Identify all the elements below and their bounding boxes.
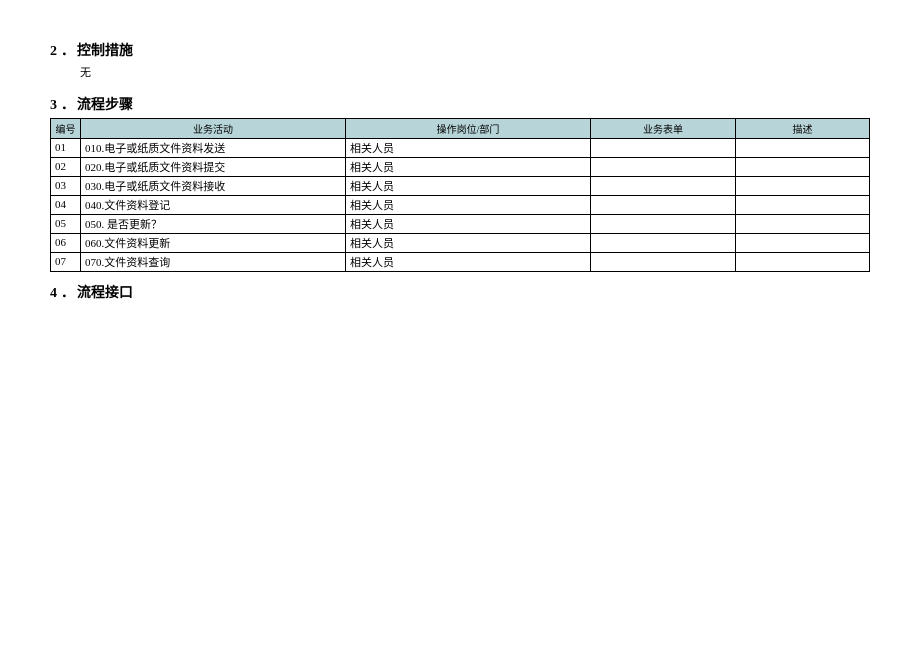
cell-position: 相关人员: [346, 215, 591, 234]
table-row: 04040.文件资料登记相关人员: [51, 196, 870, 215]
cell-position: 相关人员: [346, 196, 591, 215]
cell-id: 02: [51, 158, 81, 177]
table-row: 03030.电子或纸质文件资料接收相关人员: [51, 177, 870, 196]
section-3-heading: 3．流程步骤: [50, 94, 870, 114]
section-2-content: 无: [80, 64, 870, 80]
table-row: 01010.电子或纸质文件资料发送相关人员: [51, 139, 870, 158]
cell-activity: 070.文件资料查询: [81, 253, 346, 272]
cell-desc: [736, 234, 870, 253]
table-row: 02020.电子或纸质文件资料提交相关人员: [51, 158, 870, 177]
table-row: 07070.文件资料查询相关人员: [51, 253, 870, 272]
cell-form: [591, 177, 736, 196]
cell-position: 相关人员: [346, 177, 591, 196]
cell-position: 相关人员: [346, 234, 591, 253]
cell-desc: [736, 253, 870, 272]
cell-position: 相关人员: [346, 253, 591, 272]
cell-activity: 010.电子或纸质文件资料发送: [81, 139, 346, 158]
cell-activity: 040.文件资料登记: [81, 196, 346, 215]
section-3-title: 流程步骤: [77, 98, 133, 113]
section-4-heading: 4．流程接口: [50, 282, 870, 302]
cell-position: 相关人员: [346, 158, 591, 177]
cell-form: [591, 158, 736, 177]
section-3-number: 3: [50, 98, 57, 114]
cell-activity: 050. 是否更新？: [81, 215, 346, 234]
table-header-row: 编号 业务活动 操作岗位/部门 业务表单 描述: [51, 119, 870, 139]
header-id: 编号: [51, 119, 81, 139]
section-4-number: 4: [50, 286, 57, 302]
section-2-title: 控制措施: [77, 44, 133, 59]
header-activity: 业务活动: [81, 119, 346, 139]
cell-desc: [736, 139, 870, 158]
header-form: 业务表单: [591, 119, 736, 139]
cell-form: [591, 215, 736, 234]
cell-id: 06: [51, 234, 81, 253]
cell-desc: [736, 177, 870, 196]
table-row: 05050. 是否更新？相关人员: [51, 215, 870, 234]
cell-activity: 060.文件资料更新: [81, 234, 346, 253]
cell-id: 07: [51, 253, 81, 272]
process-steps-table: 编号 业务活动 操作岗位/部门 业务表单 描述 01010.电子或纸质文件资料发…: [50, 118, 870, 272]
cell-form: [591, 234, 736, 253]
header-desc: 描述: [736, 119, 870, 139]
cell-activity: 020.电子或纸质文件资料提交: [81, 158, 346, 177]
section-4-title: 流程接口: [77, 286, 133, 301]
section-3-dot: ．: [61, 94, 75, 114]
header-position: 操作岗位/部门: [346, 119, 591, 139]
cell-form: [591, 253, 736, 272]
cell-id: 03: [51, 177, 81, 196]
cell-position: 相关人员: [346, 139, 591, 158]
section-2-heading: 2．控制措施: [50, 40, 870, 60]
cell-activity: 030.电子或纸质文件资料接收: [81, 177, 346, 196]
section-2-number: 2: [50, 44, 57, 60]
cell-id: 01: [51, 139, 81, 158]
table-row: 06060.文件资料更新相关人员: [51, 234, 870, 253]
section-4-dot: ．: [61, 282, 75, 302]
cell-desc: [736, 215, 870, 234]
cell-id: 05: [51, 215, 81, 234]
section-2-dot: ．: [61, 40, 75, 60]
cell-desc: [736, 158, 870, 177]
cell-form: [591, 139, 736, 158]
cell-form: [591, 196, 736, 215]
cell-id: 04: [51, 196, 81, 215]
cell-desc: [736, 196, 870, 215]
